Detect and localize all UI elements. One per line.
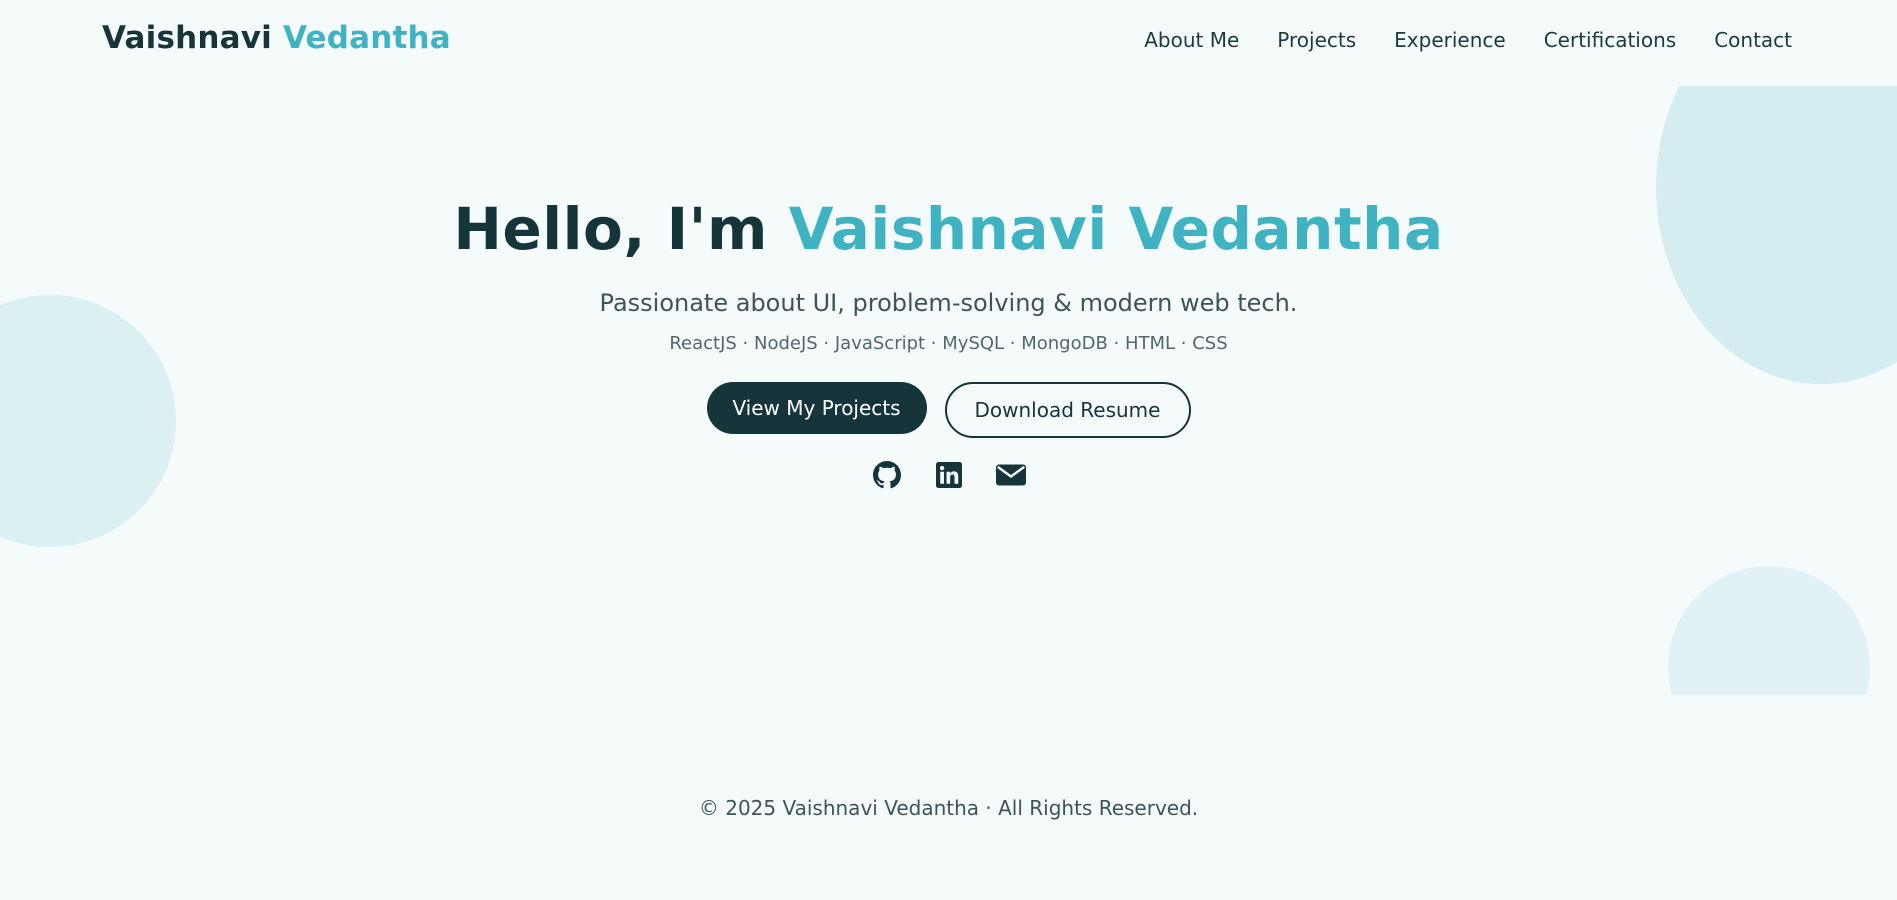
brand-logo[interactable]: Vaishnavi Vedantha [102, 20, 451, 56]
decorative-circle-bottom-right [1668, 566, 1870, 695]
nav-link-about-me[interactable]: About Me [1144, 28, 1239, 52]
hero-name: Vaishnavi Vedantha [788, 195, 1444, 263]
hero-section: Hello, I'm Vaishnavi Vedantha Passionate… [0, 190, 1897, 490]
brand-first-name: Vaishnavi [102, 20, 272, 56]
linkedin-icon[interactable] [934, 460, 964, 490]
hero-greeting: Hello, I'm [453, 195, 789, 263]
navbar: Vaishnavi Vedantha About Me Projects Exp… [0, 0, 1897, 86]
hero-heading: Hello, I'm Vaishnavi Vedantha [0, 190, 1897, 268]
footer-copyright: © 2025 Vaishnavi Vedantha · All Rights R… [698, 796, 1199, 820]
download-resume-button[interactable]: Download Resume [944, 382, 1191, 438]
hero-skills: ReactJS · NodeJS · JavaScript · MySQL · … [669, 333, 1228, 354]
nav-links: About Me Projects Experience Certificati… [1144, 28, 1792, 52]
hero-tagline: Passionate about UI, problem-solving & m… [599, 289, 1298, 317]
nav-link-contact[interactable]: Contact [1714, 28, 1792, 52]
envelope-icon[interactable] [995, 460, 1026, 490]
nav-link-projects[interactable]: Projects [1277, 28, 1356, 52]
view-projects-button[interactable]: View My Projects [706, 382, 927, 434]
hero-buttons: View My Projects Download Resume [0, 382, 1897, 438]
social-links [0, 460, 1897, 490]
decorative-half-circle-bottom-right [1668, 566, 1872, 695]
nav-link-experience[interactable]: Experience [1394, 28, 1506, 52]
brand-last-name: Vedantha [282, 20, 451, 56]
portfolio-page: Vaishnavi Vedantha About Me Projects Exp… [0, 0, 1897, 900]
github-icon[interactable] [872, 460, 902, 490]
nav-link-certifications[interactable]: Certifications [1544, 28, 1676, 52]
